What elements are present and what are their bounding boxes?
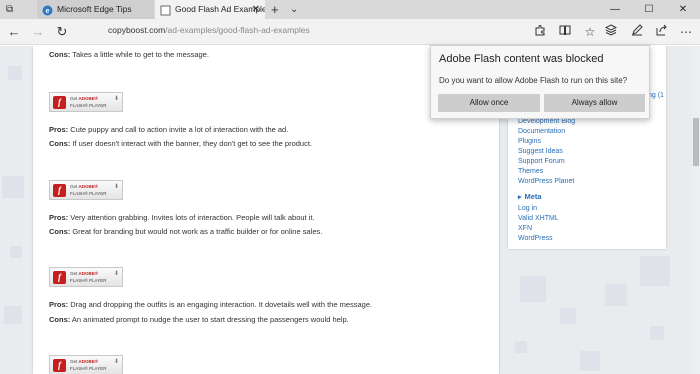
hub-icon[interactable] xyxy=(601,22,621,42)
address-path: /ad-examples/good-flash-ad-examples xyxy=(165,25,310,35)
pros-row: Pros: Drag and dropping the outfits is a… xyxy=(49,300,373,309)
tab-good-flash-ad-example[interactable]: Good Flash Ad Example ✕ xyxy=(155,0,265,19)
minimize-button[interactable]: — xyxy=(598,0,632,19)
triangle-right-icon: ▸ xyxy=(518,194,522,201)
edge-favicon: e xyxy=(42,4,53,16)
puzzle-icon[interactable] xyxy=(530,22,550,42)
meta-heading: ▸ Meta xyxy=(518,192,542,201)
sidebar-link-documentation[interactable]: Documentation xyxy=(518,128,565,135)
get-flash-player-button[interactable]: f Get ADOBE® FLASH® PLAYER ⬇ xyxy=(49,92,123,112)
scrollbar-thumb[interactable] xyxy=(693,118,699,166)
sidebar-link-plugins[interactable]: Plugins xyxy=(518,138,541,145)
cons-row: Cons: Takes a little while to get to the… xyxy=(49,50,209,59)
sidebar-link-development-blog[interactable]: Development Blog xyxy=(518,118,575,125)
notes-icon[interactable] xyxy=(627,22,647,42)
get-flash-player-button[interactable]: f Get ADOBE® FLASH® PLAYER ⬇ xyxy=(49,355,123,374)
sidebar-link-wordpress-planet[interactable]: WordPress Planet xyxy=(518,178,574,185)
sidebar-link-themes[interactable]: Themes xyxy=(518,168,543,175)
allow-once-button[interactable]: Allow once xyxy=(438,94,540,112)
download-arrow-icon: ⬇ xyxy=(113,184,119,190)
cons-row: Cons: If user doesn't interact with the … xyxy=(49,139,313,148)
meta-link-wordpress[interactable]: WordPress xyxy=(518,235,553,242)
close-tab-icon[interactable]: ✕ xyxy=(252,0,260,19)
flash-logo-icon: f xyxy=(53,359,66,372)
dialog-title: Adobe Flash content was blocked xyxy=(439,53,604,65)
download-arrow-icon: ⬇ xyxy=(113,271,119,277)
close-window-button[interactable]: ✕ xyxy=(666,0,700,19)
get-flash-player-button[interactable]: f Get ADOBE® FLASH® PLAYER ⬇ xyxy=(49,267,123,287)
meta-link-log-in[interactable]: Log in xyxy=(518,205,537,212)
flash-logo-icon: f xyxy=(53,184,66,197)
favorite-star-icon[interactable]: ☆ xyxy=(580,22,600,42)
page-favicon xyxy=(160,4,171,16)
tab-microsoft-edge-tips[interactable]: e Microsoft Edge Tips xyxy=(37,0,154,19)
download-arrow-icon: ⬇ xyxy=(113,359,119,365)
always-allow-button[interactable]: Always allow xyxy=(544,94,645,112)
sidebar-link-suggest-ideas[interactable]: Suggest Ideas xyxy=(518,148,563,155)
sidebar-partial-link[interactable]: ng (1 xyxy=(648,92,664,99)
svg-text:e: e xyxy=(46,8,50,15)
forward-button[interactable]: → xyxy=(28,22,48,42)
back-button[interactable]: ← xyxy=(4,22,24,42)
cons-row: Cons: An animated prompt to nudge the us… xyxy=(49,315,349,324)
download-arrow-icon: ⬇ xyxy=(113,96,119,102)
maximize-button[interactable]: ☐ xyxy=(632,0,666,19)
flash-logo-icon: f xyxy=(53,96,66,109)
flash-logo-icon: f xyxy=(53,271,66,284)
pros-row: Pros: Very attention grabbing. Invites l… xyxy=(49,213,315,222)
tab-title: Microsoft Edge Tips xyxy=(57,4,132,14)
cons-row: Cons: Great for branding but would not w… xyxy=(49,227,323,236)
get-flash-player-button[interactable]: f Get ADOBE® FLASH® PLAYER ⬇ xyxy=(49,180,123,200)
navigation-bar: ← → ↻ copyboost.com/ad-examples/good-fla… xyxy=(0,19,700,45)
address-bar[interactable]: copyboost.com/ad-examples/good-flash-ad-… xyxy=(108,25,310,35)
page-scrollbar[interactable] xyxy=(692,46,700,374)
sidebar-link-support-forum[interactable]: Support Forum xyxy=(518,158,565,165)
share-icon[interactable] xyxy=(652,22,672,42)
flash-blocked-dialog: Adobe Flash content was blocked Do you w… xyxy=(430,45,650,119)
tab-preview-icon[interactable]: ⧉ xyxy=(6,0,13,19)
reading-view-icon[interactable] xyxy=(555,22,575,42)
pros-row: Pros: Cute puppy and call to action invi… xyxy=(49,125,289,134)
meta-link-valid-xhtml[interactable]: Valid XHTML xyxy=(518,215,559,222)
tab-bar: ⧉ e Microsoft Edge Tips Good Flash Ad Ex… xyxy=(0,0,700,19)
dialog-question: Do you want to allow Adobe Flash to run … xyxy=(439,76,628,85)
address-domain: copyboost.com xyxy=(108,25,166,35)
new-tab-button[interactable]: + xyxy=(271,0,279,19)
meta-link-xfn[interactable]: XFN xyxy=(518,225,532,232)
tab-list-chevron-icon[interactable]: ⌄ xyxy=(290,0,298,19)
refresh-button[interactable]: ↻ xyxy=(52,22,72,42)
more-icon[interactable]: ⋯ xyxy=(676,22,696,42)
